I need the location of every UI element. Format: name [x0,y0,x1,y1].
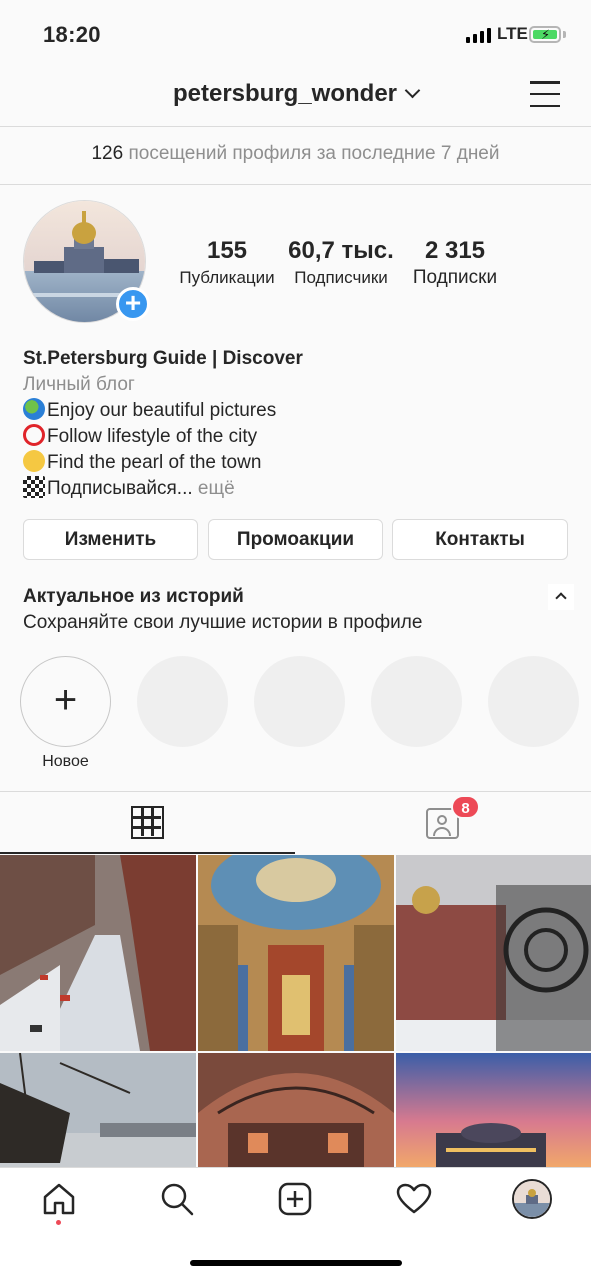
tabs-divider [0,791,591,792]
bio-line-4: Подписывайся... ещё [23,476,303,502]
stat-following-label: Подписки [412,267,498,288]
profile-insights[interactable]: 126 посещений профиля за последние 7 дне… [0,143,591,165]
home-icon[interactable] [42,1182,76,1216]
stat-posts-value: 155 [206,237,248,264]
bio-more-link[interactable]: ещё [198,478,235,499]
bio-line-2: Follow lifestyle of the city [23,424,303,450]
insights-divider [0,184,591,185]
grid-icon[interactable] [131,806,164,839]
highlight-placeholder [488,656,579,747]
promotions-button[interactable]: Промоакции [208,519,383,560]
stat-following-value: 2 315 [424,237,486,264]
network-type: LTE [497,24,528,43]
stat-posts-label: Публикации [179,268,275,287]
status-time: 18:20 [43,22,101,47]
battery-icon: ⚡ [529,26,561,43]
notification-dot [56,1220,61,1225]
username: petersburg_wonder [172,80,398,107]
grid-photo[interactable] [396,855,591,1051]
grid-photo[interactable] [396,1053,591,1167]
menu-icon[interactable] [530,81,560,107]
edit-profile-button[interactable]: Изменить [23,519,198,560]
highlight-placeholder [371,656,462,747]
profile-bio: St.Petersburg Guide | Discover Личный бл… [23,346,303,502]
insights-text: посещений профиля за последние 7 дней [128,143,500,164]
grid-photo[interactable] [0,1053,196,1167]
plus-icon: + [53,678,78,722]
account-switcher[interactable]: petersburg_wonder [0,80,591,108]
globe-icon [23,398,45,420]
profile-tab-avatar[interactable] [512,1179,552,1219]
new-highlight-button[interactable]: + [20,656,111,747]
stat-followers-value: 60,7 тыс. [288,237,394,264]
profile-name: St.Petersburg Guide | Discover [23,348,303,369]
new-post-icon[interactable] [278,1182,312,1216]
checkered-flag-icon [23,476,45,498]
home-indicator [190,1260,402,1266]
header-divider [0,126,591,127]
stat-posts[interactable]: 155 Публикации [172,237,282,288]
profile-category: Личный блог [23,374,135,395]
stat-followers[interactable]: 60,7 тыс. Подписчики [285,237,397,288]
contacts-button[interactable]: Контакты [392,519,568,560]
highlight-placeholder [254,656,345,747]
highlight-placeholder [137,656,228,747]
grid-photo[interactable] [0,855,196,1051]
grid-photo[interactable] [198,855,394,1051]
active-tab-indicator [0,852,295,854]
grid-photo[interactable] [198,1053,394,1167]
add-story-button[interactable]: + [116,287,150,321]
red-circle-icon [23,424,45,446]
search-icon[interactable] [160,1182,194,1216]
tagged-count-badge: 8 [451,795,480,819]
battery-tip [563,31,566,38]
bio-line-3: Find the pearl of the town [23,450,303,476]
highlights-title: Актуальное из историй [23,586,244,607]
chevron-up-icon[interactable] [548,584,574,610]
signal-icon [466,27,491,43]
monocle-face-icon [23,450,45,472]
activity-icon[interactable] [396,1183,432,1215]
stat-following[interactable]: 2 315 Подписки [402,237,508,289]
bio-line-1: Enjoy our beautiful pictures [23,398,303,424]
highlights-subtitle: Сохраняйте свои лучшие истории в профиле [23,612,423,633]
insights-count: 126 [91,143,124,164]
new-highlight-label: Новое [42,753,89,770]
chevron-down-icon [404,82,421,99]
stat-followers-label: Подписчики [294,268,388,287]
